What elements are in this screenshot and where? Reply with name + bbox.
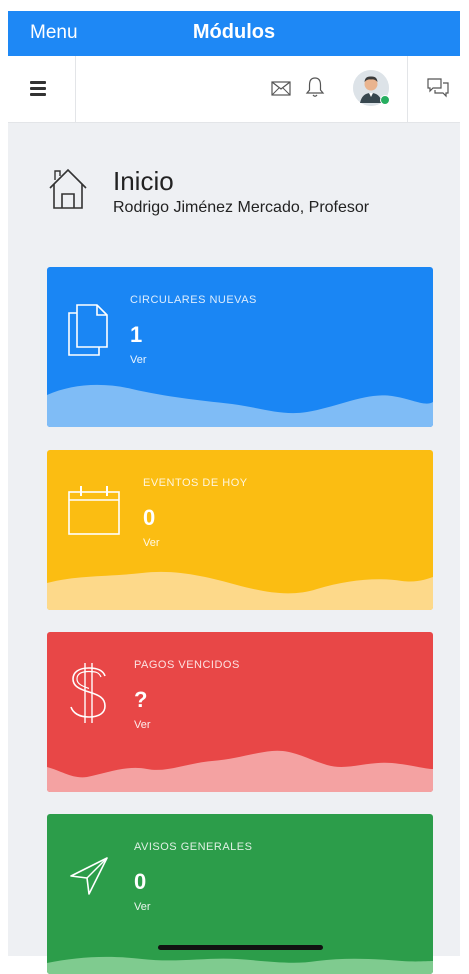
toolbar bbox=[8, 56, 460, 123]
card-count: 0 bbox=[143, 505, 156, 530]
card-count: 0 bbox=[134, 869, 147, 894]
user-avatar[interactable] bbox=[353, 70, 390, 106]
send-icon bbox=[70, 857, 108, 895]
toolbar-divider bbox=[407, 56, 408, 122]
card-label: EVENTOS DE HOY bbox=[143, 477, 248, 489]
card-view-link[interactable]: Ver bbox=[134, 719, 151, 731]
card-view-link[interactable]: Ver bbox=[134, 901, 151, 913]
calendar-icon bbox=[68, 486, 120, 535]
toolbar-divider bbox=[75, 56, 76, 122]
app-header: Menu Módulos bbox=[8, 11, 460, 56]
card-count: ? bbox=[134, 687, 148, 712]
card-label: AVISOS GENERALES bbox=[134, 841, 253, 853]
card-wave bbox=[47, 384, 433, 427]
card-label: CIRCULARES NUEVAS bbox=[130, 294, 257, 306]
card-pagos[interactable]: PAGOS VENCIDOS ? Ver bbox=[47, 632, 433, 792]
dollar-icon bbox=[70, 663, 106, 723]
page-title: Inicio bbox=[113, 166, 174, 196]
hamburger-menu-icon[interactable] bbox=[30, 81, 46, 96]
home-icon bbox=[49, 168, 87, 209]
card-wave bbox=[47, 750, 433, 792]
user-name-role: Rodrigo Jiménez Mercado, Profesor bbox=[113, 199, 370, 216]
dashboard: Inicio Rodrigo Jiménez Mercado, Profesor… bbox=[8, 123, 460, 974]
card-wave bbox=[47, 571, 433, 610]
card-label: PAGOS VENCIDOS bbox=[134, 659, 240, 671]
mail-icon[interactable] bbox=[271, 81, 291, 96]
documents-icon bbox=[68, 304, 108, 356]
home-indicator[interactable] bbox=[158, 945, 323, 950]
online-status-dot bbox=[380, 95, 390, 105]
card-eventos[interactable]: EVENTOS DE HOY 0 Ver bbox=[47, 450, 433, 610]
card-circulares[interactable]: CIRCULARES NUEVAS 1 Ver bbox=[47, 267, 433, 427]
bell-icon[interactable] bbox=[305, 76, 325, 98]
card-view-link[interactable]: Ver bbox=[130, 354, 147, 366]
card-wave bbox=[47, 956, 433, 974]
card-view-link[interactable]: Ver bbox=[143, 537, 160, 549]
card-count: 1 bbox=[130, 322, 143, 347]
app-title: Módulos bbox=[192, 21, 276, 43]
card-avisos[interactable]: AVISOS GENERALES 0 Ver bbox=[47, 814, 433, 974]
chat-icon[interactable] bbox=[426, 77, 450, 99]
